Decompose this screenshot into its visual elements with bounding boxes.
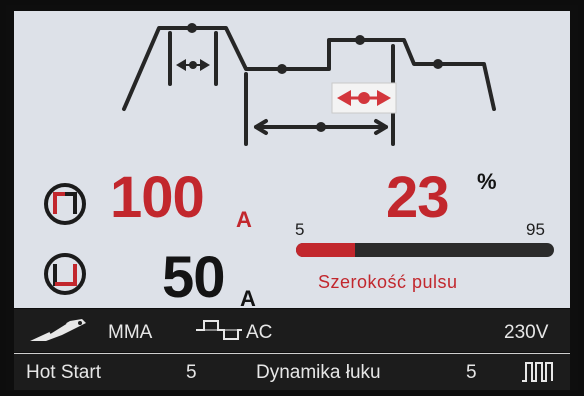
base-current-unit: A	[240, 286, 256, 309]
voltage-label: 230V	[504, 322, 549, 343]
welder-display: 100 A 23 % 5 95 Szerokość pulsu 50 A MMA	[6, 5, 578, 391]
pulse-width-bar-fill	[296, 243, 356, 257]
scale-max-label: 95	[526, 220, 545, 239]
pulse-width-highlight	[331, 82, 397, 114]
status-bar: MMA AC 230V	[14, 309, 570, 352]
peak-current-unit: A	[236, 207, 252, 232]
pulse-width-caption: Szerokość pulsu	[318, 272, 458, 292]
process-mode-label: MMA	[108, 322, 153, 343]
arc-force-label: Dynamika łuku	[256, 362, 381, 383]
current-type-label: AC	[246, 322, 273, 343]
node-dot	[433, 59, 443, 69]
pulse-width-bar	[296, 243, 554, 257]
pulse-mode-icon	[522, 362, 553, 382]
node-dot	[187, 23, 197, 33]
ac-square-wave-icon	[196, 320, 242, 340]
node-dot	[316, 122, 326, 132]
pulse-base-icon	[44, 253, 86, 295]
pulse-width-value: 23	[386, 165, 450, 230]
node-dot	[277, 64, 287, 74]
scale-min-label: 5	[295, 220, 305, 239]
node-dot	[355, 35, 365, 45]
arc-force-value: 5	[466, 362, 477, 383]
hot-start-value: 5	[186, 362, 197, 383]
peak-current-value: 100	[110, 165, 205, 230]
pulse-peak-icon	[44, 183, 86, 225]
hot-start-label: Hot Start	[26, 362, 101, 383]
pulse-width-unit: %	[477, 169, 497, 194]
pulse-waveform-diagram	[122, 23, 496, 146]
base-current-value: 50	[162, 245, 226, 308]
lcd-panel: 100 A 23 % 5 95 Szerokość pulsu 50 A	[14, 11, 570, 308]
electrode-holder-icon	[30, 319, 86, 341]
parameter-bar: Hot Start 5 Dynamika łuku 5	[14, 353, 570, 390]
